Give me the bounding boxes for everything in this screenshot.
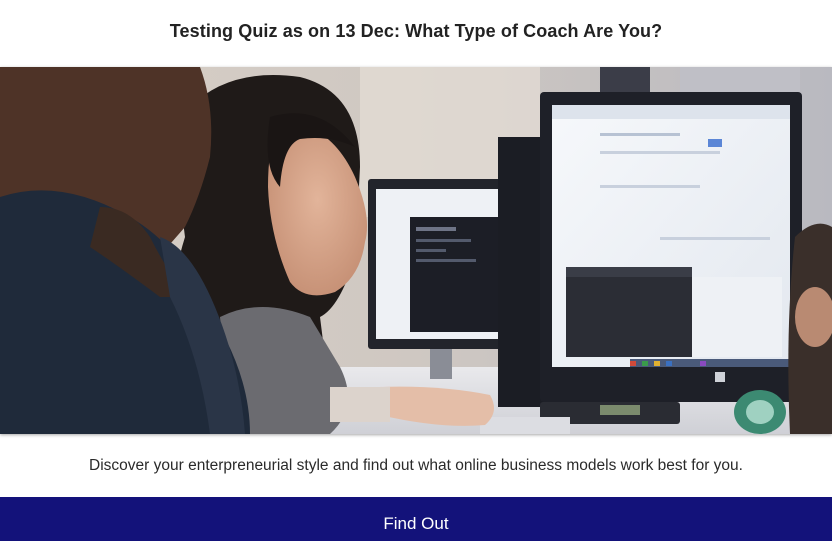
quiz-page: Testing Quiz as on 13 Dec: What Type of … — [0, 0, 832, 541]
quiz-description: Discover your enterpreneurial style and … — [89, 457, 743, 474]
quiz-title: Testing Quiz as on 13 Dec: What Type of … — [169, 21, 663, 41]
hero-photo — [0, 67, 832, 434]
find-out-button[interactable]: Find Out — [0, 497, 832, 541]
